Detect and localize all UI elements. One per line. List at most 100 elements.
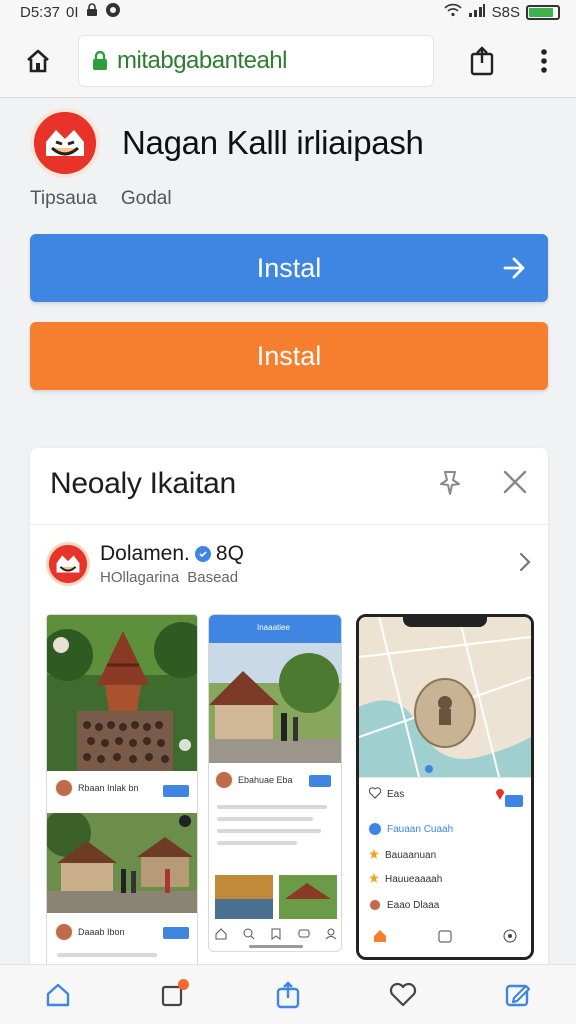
heart-icon[interactable] bbox=[368, 787, 382, 802]
close-button[interactable] bbox=[502, 469, 528, 500]
list-item-text: Rbaan Inlak bn bbox=[78, 783, 139, 793]
list-item: Daaab Ibon bbox=[55, 923, 125, 941]
developer-info: Dolamen. 8Q HOllagarina Basead bbox=[100, 542, 244, 586]
avatar bbox=[55, 923, 73, 941]
screenshot-3[interactable]: Eas Fauaan Cuaah Bauaanuan Hauueaaaah Ea… bbox=[356, 614, 534, 960]
home-icon bbox=[46, 983, 69, 1006]
home-icon bbox=[27, 49, 49, 72]
app-meta-rating: Godal bbox=[120, 188, 172, 209]
developer-avatar bbox=[46, 542, 90, 586]
nav-tabs[interactable] bbox=[153, 975, 193, 1015]
star-icon bbox=[369, 849, 379, 862]
status-left: D5:37 0I bbox=[20, 2, 121, 22]
list-item-text: Bauaanuan bbox=[385, 850, 437, 861]
more-menu-button[interactable] bbox=[526, 43, 562, 79]
location-pin-icon bbox=[495, 787, 505, 805]
phone-nav bbox=[373, 929, 517, 948]
verified-icon bbox=[194, 546, 211, 562]
placeholder-line bbox=[217, 829, 321, 833]
developer-name-line: Dolamen. 8Q bbox=[100, 542, 244, 566]
lock-icon bbox=[85, 3, 99, 21]
mini-action-button bbox=[163, 785, 189, 797]
address-bar[interactable]: mitabgabanteahl bbox=[78, 34, 434, 87]
developer-row[interactable]: Dolamen. 8Q HOllagarina Basead bbox=[46, 538, 532, 590]
avatar bbox=[369, 899, 381, 911]
card-header: Neoaly Ikaitan bbox=[50, 464, 528, 504]
close-icon bbox=[503, 470, 527, 493]
list-item-text: Fauaan Cuaah bbox=[387, 823, 454, 835]
mini-action-button bbox=[309, 775, 331, 787]
sheet-header-row: Eas bbox=[368, 787, 405, 802]
share-button[interactable] bbox=[464, 43, 500, 79]
temple-photo bbox=[47, 615, 197, 771]
app-preview-card: Neoaly Ikaitan Dolamen. 8Q HOllagarina B… bbox=[30, 448, 548, 968]
record-icon[interactable] bbox=[503, 929, 517, 948]
bookmark-icon bbox=[270, 927, 282, 945]
developer-name: Dolamen. bbox=[100, 542, 190, 565]
share-icon bbox=[276, 980, 300, 1008]
calendar-icon[interactable] bbox=[438, 929, 452, 948]
install-button-secondary-label: Instal bbox=[256, 340, 322, 371]
placeholder-line bbox=[57, 953, 157, 957]
list-item-text: Ebahuae Eba bbox=[238, 775, 293, 785]
battery-icon bbox=[526, 4, 560, 20]
list-item: Ebahuae Eba bbox=[215, 771, 293, 789]
nav-favorites[interactable] bbox=[383, 975, 423, 1015]
card-title: Neoaly Ikaitan bbox=[50, 467, 236, 500]
search-icon bbox=[243, 927, 255, 945]
phone-notch bbox=[403, 617, 487, 627]
bottom-navigation bbox=[0, 964, 576, 1024]
list-item: Bauaanuan bbox=[369, 849, 436, 862]
url-text: mitabgabanteahl bbox=[117, 46, 287, 74]
star-icon bbox=[369, 873, 379, 886]
card-actions bbox=[436, 468, 528, 501]
battery-level bbox=[529, 7, 553, 17]
list-item: Rbaan Inlak bn bbox=[55, 779, 139, 797]
list-item: Hauueaaaah bbox=[369, 873, 442, 886]
status-time: D5:37 bbox=[20, 3, 61, 21]
nav-edit[interactable] bbox=[498, 975, 538, 1015]
info-icon bbox=[369, 823, 381, 835]
screenshot-1[interactable]: Rbaan Inlak bn Daaab Ibon bbox=[46, 614, 198, 968]
pin-button[interactable] bbox=[436, 468, 464, 501]
browser-toolbar: mitabgabanteahl bbox=[0, 24, 576, 98]
notification-icon bbox=[105, 2, 121, 22]
home-icon[interactable] bbox=[373, 929, 387, 948]
notification-badge bbox=[177, 978, 189, 990]
heart-icon bbox=[390, 982, 417, 1006]
list-item-text: Daaab Ibon bbox=[78, 927, 125, 937]
chat-icon bbox=[298, 927, 310, 945]
app-logo bbox=[30, 108, 100, 178]
app-title: Nagan Kalll irliaipash bbox=[122, 124, 424, 161]
placeholder-line bbox=[217, 841, 297, 845]
avatar bbox=[215, 771, 233, 789]
app-meta: Tipsaua Godal bbox=[30, 188, 172, 210]
placeholder-line bbox=[217, 817, 313, 821]
install-button-secondary[interactable]: Instal bbox=[30, 322, 548, 390]
status-carrier: 0I bbox=[66, 3, 79, 21]
lock-icon bbox=[93, 50, 107, 70]
developer-sub-a: HOllagarina bbox=[100, 569, 180, 586]
chevron-right-icon bbox=[518, 551, 532, 578]
install-button-primary[interactable]: Instal bbox=[30, 234, 548, 302]
app-meta-category: Tipsaua bbox=[30, 188, 97, 209]
developer-subtitle: HOllagarina Basead bbox=[100, 569, 244, 586]
nav-home[interactable] bbox=[38, 975, 78, 1015]
place-name: Eas bbox=[387, 789, 405, 800]
nav-share[interactable] bbox=[268, 975, 308, 1015]
placeholder-line bbox=[217, 805, 327, 809]
battery-text: S8S bbox=[491, 3, 520, 21]
list-item-text: Hauueaaaah bbox=[385, 874, 443, 885]
more-vertical-icon bbox=[541, 48, 547, 73]
village-photo bbox=[47, 813, 197, 913]
developer-sub-b: Basead bbox=[187, 569, 239, 586]
mini-action-button[interactable] bbox=[505, 795, 523, 807]
list-item: Fauaan Cuaah bbox=[369, 823, 453, 835]
arrow-right-icon bbox=[502, 254, 526, 289]
signal-icon bbox=[468, 3, 486, 21]
home-button[interactable] bbox=[20, 43, 56, 79]
status-bar: D5:37 0I S8S bbox=[0, 0, 576, 24]
mini-header-title: Inaaatiee bbox=[257, 623, 290, 632]
house-photo bbox=[209, 643, 341, 763]
screenshot-2[interactable]: Inaaatiee Ebahuae Eba bbox=[208, 614, 342, 952]
